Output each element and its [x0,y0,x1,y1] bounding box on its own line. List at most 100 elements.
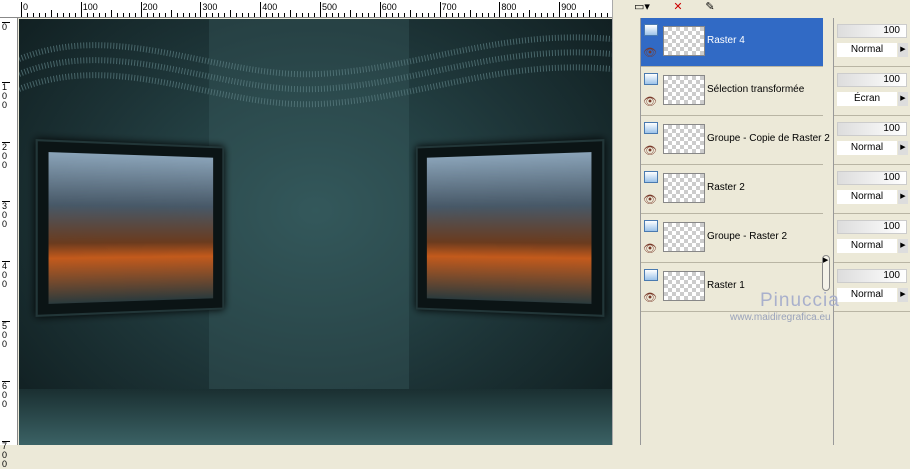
eye-icon[interactable]: 👁 [643,95,657,108]
layer-row[interactable]: 👁 Groupe - Copie de Raster 2 [641,116,830,165]
ruler-tick [529,10,531,17]
ruler-label: 800 [499,2,516,17]
layer-props-row: 100 Normal ▶ [834,165,910,214]
layer-row[interactable]: 👁 Raster 2 [641,165,823,214]
eye-icon[interactable]: 👁 [643,46,657,59]
layer-thumbnail [663,173,705,203]
ruler-tick [248,13,250,17]
ruler-tick [481,13,483,17]
blend-dropdown-arrow-icon[interactable]: ▶ [898,239,908,253]
new-layer-icon[interactable]: ▭▾ [632,0,652,14]
right-picture-frame [415,139,605,317]
eye-icon[interactable]: 👁 [643,144,657,157]
eye-icon[interactable]: 👁 [643,291,657,304]
ruler-tick [577,13,579,17]
scrollbar[interactable]: ▶ [822,255,830,291]
ruler-tick [535,13,537,17]
eye-icon[interactable]: 👁 [643,242,657,255]
ruler-tick [27,13,28,17]
ruler-tick [409,10,411,17]
opacity-slider[interactable]: 100 [837,73,907,87]
blend-dropdown-arrow-icon[interactable]: ▶ [898,288,908,302]
layer-props-row: 100 Écran ▶ [834,67,910,116]
opacity-slider[interactable]: 100 [837,220,907,234]
layer-row[interactable]: 👁 Sélection transformée [641,67,823,116]
layer-thumbnail [663,124,705,154]
ruler-tick [230,10,232,17]
ruler-tick [493,13,495,17]
ruler-tick [308,13,310,17]
layers-toolbar: ▭▾ ✕ ✎ [628,0,910,16]
horizontal-ruler: 0 100 200 300 400 500 600 700 800 900 [0,0,615,18]
blend-dropdown-arrow-icon[interactable]: ▶ [898,92,908,106]
blend-dropdown-arrow-icon[interactable]: ▶ [898,141,908,155]
blend-dropdown-arrow-icon[interactable]: ▶ [898,190,908,204]
ruler-tick [39,13,40,17]
delete-layer-icon[interactable]: ✕ [668,0,688,14]
ruler-tick [75,13,76,17]
ruler-label: 100 [2,81,10,110]
layer-props-row: 100 Normal ▶ [834,18,910,67]
layer-properties: 100 Normal ▶ 100 Écran ▶ 100 Normal ▶ 100 Normal ▶ 1… [833,18,910,445]
layer-row[interactable]: 👁 Groupe - Raster 2 [641,214,823,263]
layer-name: Groupe - Raster 2 [707,231,788,242]
ruler-label: 700 [439,2,457,17]
ruler-label: 500 [320,2,337,17]
ruler-tick [158,13,160,17]
blend-dropdown-arrow-icon[interactable]: ▶ [898,43,908,57]
vertical-ruler: 0100200300400500600700 [0,18,18,468]
layer-thumbnail [663,75,705,105]
image-canvas[interactable] [19,19,612,445]
ruler-tick [326,13,327,17]
ruler-label: 600 [2,380,10,409]
ruler-tick [128,13,130,17]
edit-icon[interactable]: ✎ [700,0,720,14]
eye-icon[interactable]: 👁 [643,193,657,206]
opacity-slider[interactable]: 100 [837,122,907,136]
ruler-tick [194,13,196,17]
opacity-slider[interactable]: 100 [837,171,907,185]
layer-thumbnail [663,271,705,301]
ruler-tick [134,13,136,17]
blend-mode-select[interactable]: Normal [837,141,897,155]
opacity-slider[interactable]: 100 [837,24,907,38]
ruler-tick [92,13,94,17]
layer-props-row: 100 Normal ▶ [834,214,910,263]
ruler-tick [236,13,238,17]
ruler-label: 400 [2,261,10,289]
ruler-label: 0 [2,22,10,32]
layer-type-icon [644,24,658,36]
ruler-tick [45,13,46,17]
ruler-tick [63,13,64,17]
ruler-tick [284,13,286,17]
ruler-tick [451,13,453,17]
panel-splitter[interactable] [612,0,628,445]
layer-name: Raster 4 [707,35,745,46]
ruler-tick [415,13,417,17]
ruler-tick [385,13,387,17]
blend-mode-select[interactable]: Normal [837,239,897,253]
blend-mode-select[interactable]: Normal [837,190,897,204]
ruler-tick [152,13,154,17]
ruler-tick [176,13,178,17]
blend-mode-select[interactable]: Normal [837,288,897,302]
wave-decoration [19,34,612,108]
blend-mode-select[interactable]: Écran [837,92,897,106]
blend-mode-select[interactable]: Normal [837,43,897,57]
ruler-tick [421,13,423,17]
ruler-tick [344,13,345,17]
ruler-tick [391,13,393,17]
ruler-label: 200 [140,2,158,17]
ruler-tick [517,13,519,17]
ruler-tick [583,13,585,17]
ruler-tick [445,13,447,17]
ruler-tick [338,13,339,17]
ruler-tick [188,13,190,17]
ruler-tick [403,13,405,17]
ruler-tick [110,10,112,17]
ruler-tick [547,13,549,17]
opacity-slider[interactable]: 100 [837,269,907,283]
ruler-tick [553,13,555,17]
ruler-tick [505,13,507,17]
layer-row[interactable]: 👁 Raster 4 [641,18,823,67]
